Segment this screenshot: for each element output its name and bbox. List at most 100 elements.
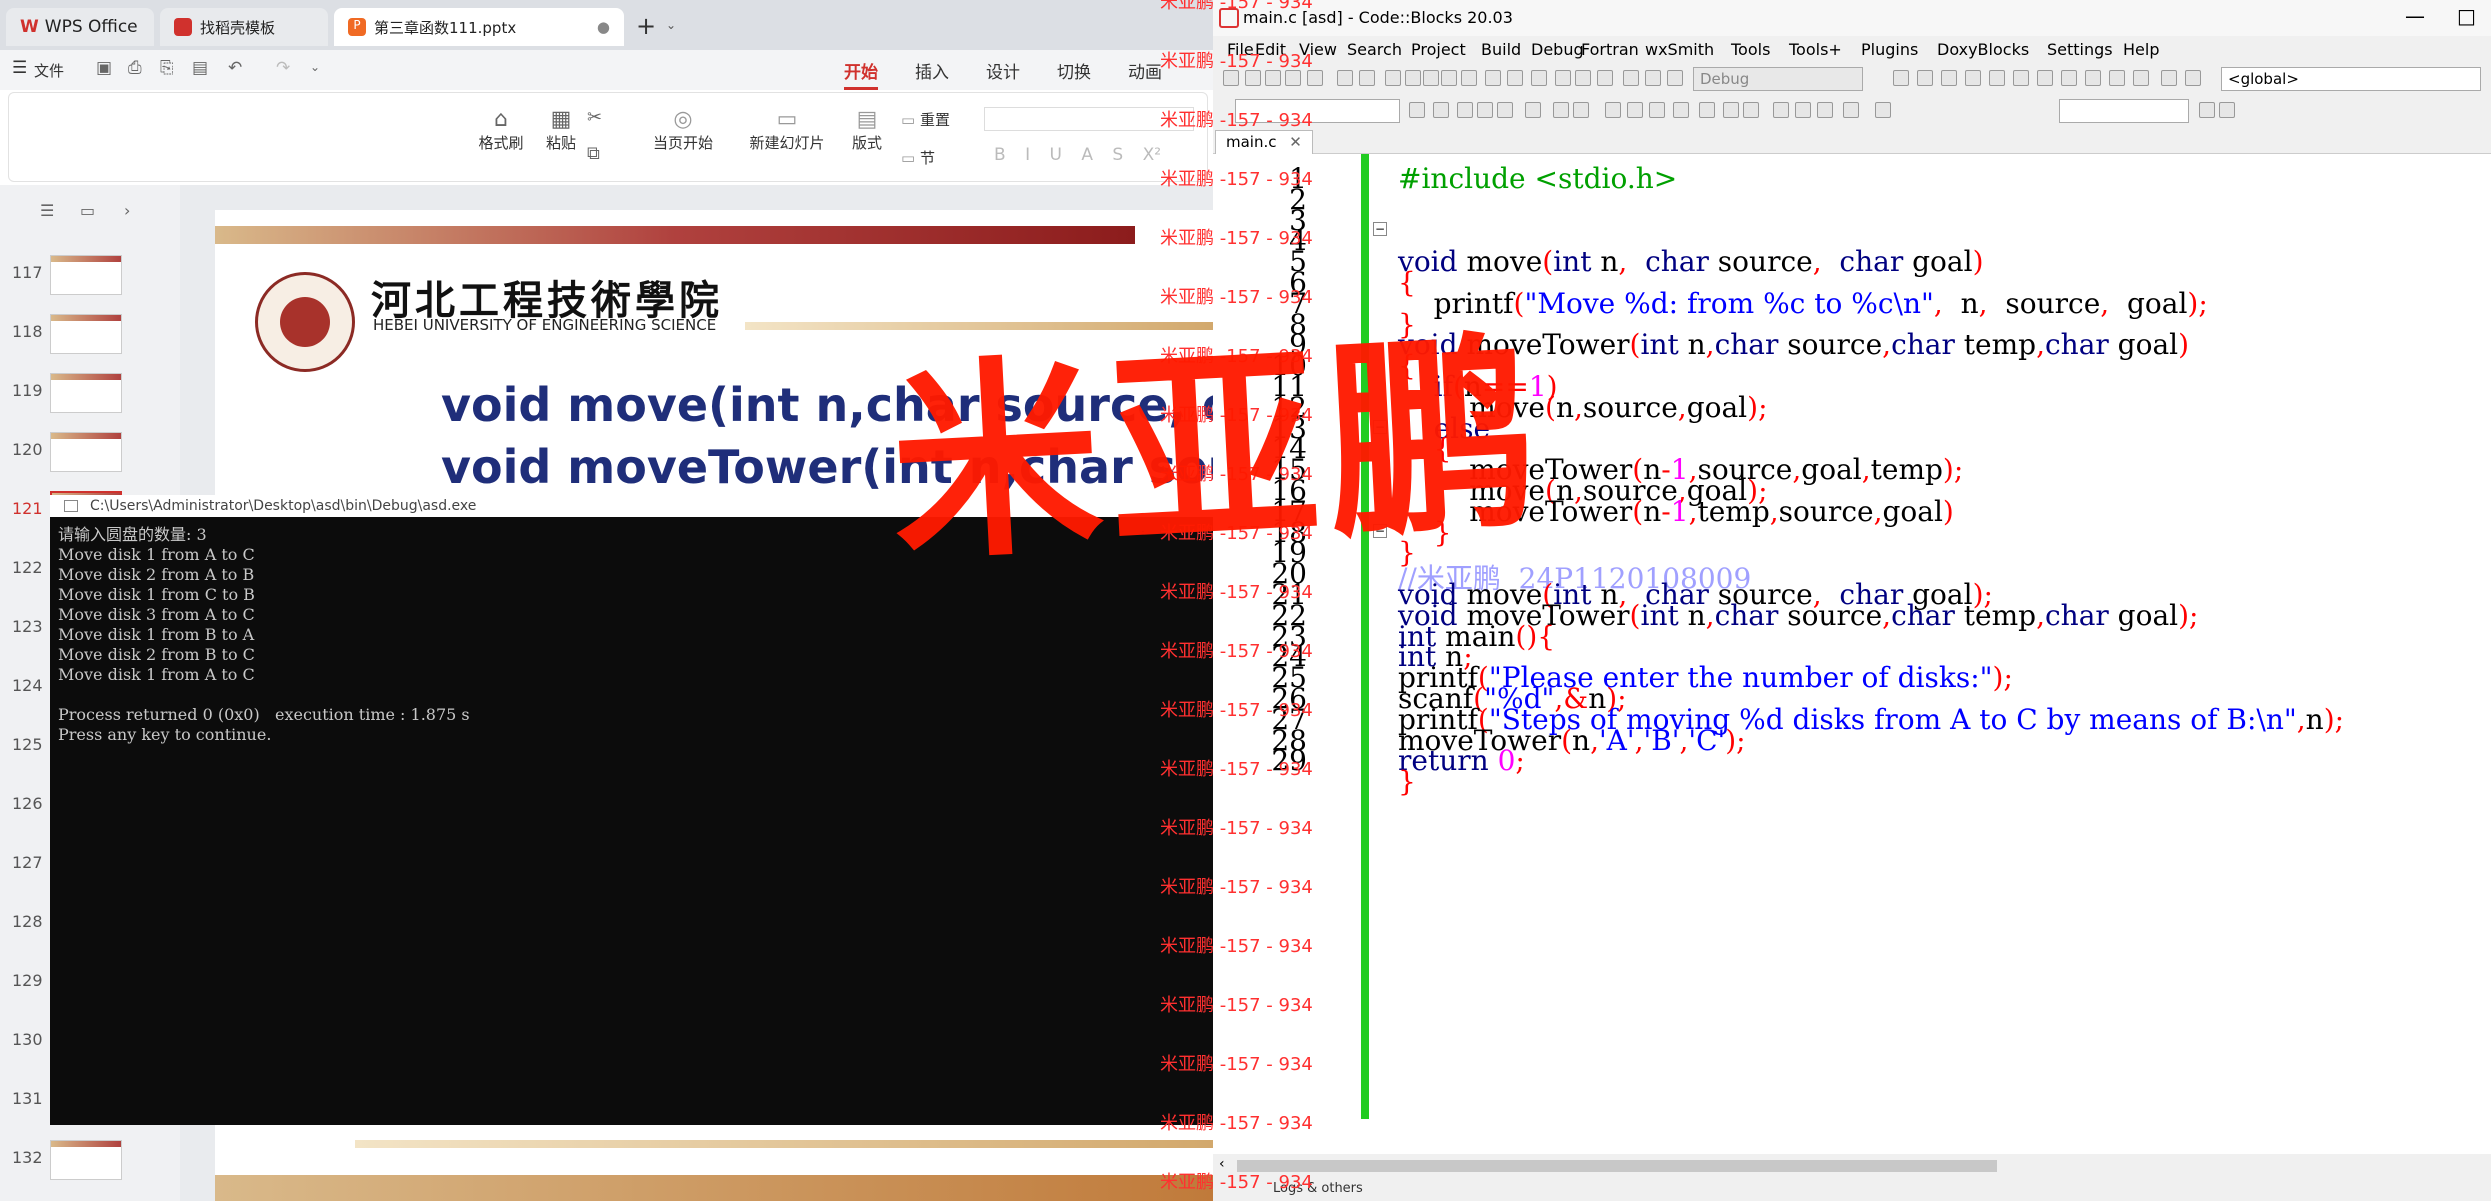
toolbar-icon[interactable]: [1623, 70, 1639, 86]
ribbon-tab-animation[interactable]: 动画: [1128, 58, 1162, 83]
toolbar-icon[interactable]: [1989, 70, 2005, 86]
menu-search[interactable]: Search: [1347, 40, 1402, 59]
new-slide-button[interactable]: ▭ 新建幻灯片: [739, 107, 835, 153]
toolbar-icon[interactable]: [1507, 70, 1523, 86]
preview-icon[interactable]: ▤: [192, 58, 208, 78]
ribbon-tab-transition[interactable]: 切换: [1057, 58, 1091, 83]
toolbar-icon[interactable]: [1385, 70, 1401, 86]
toolbar-icon[interactable]: [1875, 102, 1891, 118]
toolbar-icon[interactable]: [1773, 102, 1789, 118]
copy-icon[interactable]: ⧉: [587, 143, 600, 164]
menu-build[interactable]: Build: [1481, 40, 1521, 59]
toolbar-icon[interactable]: [2219, 102, 2235, 118]
format-painter-button[interactable]: ⌂ 格式刷: [471, 107, 531, 153]
redo-icon[interactable]: ↷: [276, 58, 290, 78]
toolbar-icon[interactable]: [1941, 70, 1957, 86]
ribbon-tab-design[interactable]: 设计: [986, 58, 1020, 83]
toolbar-icon[interactable]: [1433, 102, 1449, 118]
toolbar-icon[interactable]: [1477, 102, 1493, 118]
more-icon[interactable]: ⌄: [310, 60, 320, 74]
toolbar-icon[interactable]: [1531, 70, 1547, 86]
outline-icon[interactable]: ☰: [40, 201, 54, 220]
codeblocks-title-bar[interactable]: main.c [asd] - Code::Blocks 20.03 — □: [1213, 0, 2491, 36]
menu-settings[interactable]: Settings: [2047, 40, 2113, 59]
tab-close-icon[interactable]: ✕: [1289, 133, 1302, 151]
export-icon[interactable]: ⎙: [128, 58, 142, 78]
toolbar-icon[interactable]: [2013, 70, 2029, 86]
toolbar-icon[interactable]: [2185, 70, 2201, 86]
horizontal-scrollbar[interactable]: ‹: [1213, 1154, 2491, 1178]
tab-wps-office[interactable]: W WPS Office: [6, 8, 154, 46]
section-button[interactable]: ▭ 节: [901, 147, 935, 168]
minimize-icon[interactable]: —: [2405, 4, 2425, 28]
menu-icon[interactable]: ☰: [12, 58, 27, 78]
toolbar-icon[interactable]: [1843, 102, 1859, 118]
menu-wxsmith[interactable]: wxSmith: [1645, 40, 1714, 59]
ribbon-tab-insert[interactable]: 插入: [915, 58, 949, 83]
print-icon[interactable]: ⎘: [160, 58, 174, 78]
reset-button[interactable]: ▭ 重置: [901, 109, 950, 130]
tab-main-c[interactable]: main.c ✕: [1215, 130, 1313, 154]
toolbar-icon[interactable]: [1597, 70, 1613, 86]
toolbar-icon[interactable]: [1405, 70, 1421, 86]
toolbar-icon[interactable]: [1645, 70, 1661, 86]
toolbar-icon[interactable]: [1743, 102, 1759, 118]
toolbar-icon[interactable]: [1461, 70, 1477, 86]
toolbar-icon[interactable]: [1423, 70, 1439, 86]
toolbar-icon[interactable]: [1575, 70, 1591, 86]
toolbar-icon[interactable]: [1409, 102, 1425, 118]
toolbar-icon[interactable]: [1817, 102, 1833, 118]
menu-tools[interactable]: Tools+: [1789, 40, 1842, 59]
toolbar-icon[interactable]: [1917, 70, 1933, 86]
slide-thumbnail[interactable]: [50, 432, 122, 472]
toolbar-icon[interactable]: [1525, 102, 1541, 118]
slide-thumbnail[interactable]: [50, 1140, 122, 1180]
toolbar-icon[interactable]: [1441, 70, 1457, 86]
toolbar-icon[interactable]: [1359, 70, 1375, 86]
search-select[interactable]: [2059, 99, 2189, 123]
paste-button[interactable]: ▦ 粘贴: [531, 107, 591, 153]
superscript-button[interactable]: X²: [1143, 145, 1161, 165]
new-tab-icon[interactable]: +: [636, 12, 656, 40]
ribbon-tab-home[interactable]: 开始: [844, 58, 878, 90]
toolbar-icon[interactable]: [1699, 102, 1715, 118]
toolbar-icon[interactable]: [1573, 102, 1589, 118]
italic-button[interactable]: I: [1025, 145, 1030, 165]
underline-button[interactable]: U: [1050, 145, 1062, 165]
collapse-icon[interactable]: ›: [124, 201, 130, 220]
thumbnail-icon[interactable]: ▭: [80, 201, 95, 220]
toolbar-icon[interactable]: [1485, 70, 1501, 86]
toolbar-icon[interactable]: [1893, 70, 1909, 86]
toolbar-icon[interactable]: [2133, 70, 2149, 86]
menu-debug[interactable]: Debug: [1531, 40, 1584, 59]
toolbar-icon[interactable]: [2109, 70, 2125, 86]
toolbar-icon[interactable]: [2085, 70, 2101, 86]
toolbar-icon[interactable]: [1667, 70, 1683, 86]
toolbar-icon[interactable]: [1457, 102, 1473, 118]
font-color-button[interactable]: A: [1081, 145, 1093, 165]
tab-pptx[interactable]: P 第三章函数111.pptx ●: [334, 8, 624, 46]
save-icon[interactable]: ▣: [96, 58, 112, 78]
build-target-select[interactable]: Debug: [1693, 67, 1863, 91]
toolbar-icon[interactable]: [1555, 70, 1571, 86]
scope-select[interactable]: <global>: [2221, 67, 2481, 91]
tab-close-icon[interactable]: ●: [597, 18, 610, 36]
toolbar-icon[interactable]: [1649, 102, 1665, 118]
toolbar-icon[interactable]: [1337, 70, 1353, 86]
toolbar-icon[interactable]: [2061, 70, 2077, 86]
menu-tools[interactable]: Tools: [1731, 40, 1770, 59]
toolbar-icon[interactable]: [2037, 70, 2053, 86]
strike-button[interactable]: S: [1112, 145, 1123, 165]
toolbar-icon[interactable]: [1497, 102, 1513, 118]
menu-fortran[interactable]: Fortran: [1581, 40, 1639, 59]
toolbar-icon[interactable]: [2199, 102, 2215, 118]
play-from-current-button[interactable]: ◎ 当页开始: [635, 107, 731, 153]
chevron-down-icon[interactable]: ⌄: [666, 18, 676, 32]
undo-icon[interactable]: ↶: [228, 58, 242, 78]
tab-template[interactable]: 找稻壳模板: [160, 8, 328, 46]
maximize-icon[interactable]: □: [2457, 4, 2476, 28]
toolbar-icon[interactable]: [1723, 102, 1739, 118]
menu-project[interactable]: Project: [1411, 40, 1466, 59]
fold-marker-icon[interactable]: −: [1373, 222, 1387, 236]
slide-thumbnail[interactable]: [50, 373, 122, 413]
